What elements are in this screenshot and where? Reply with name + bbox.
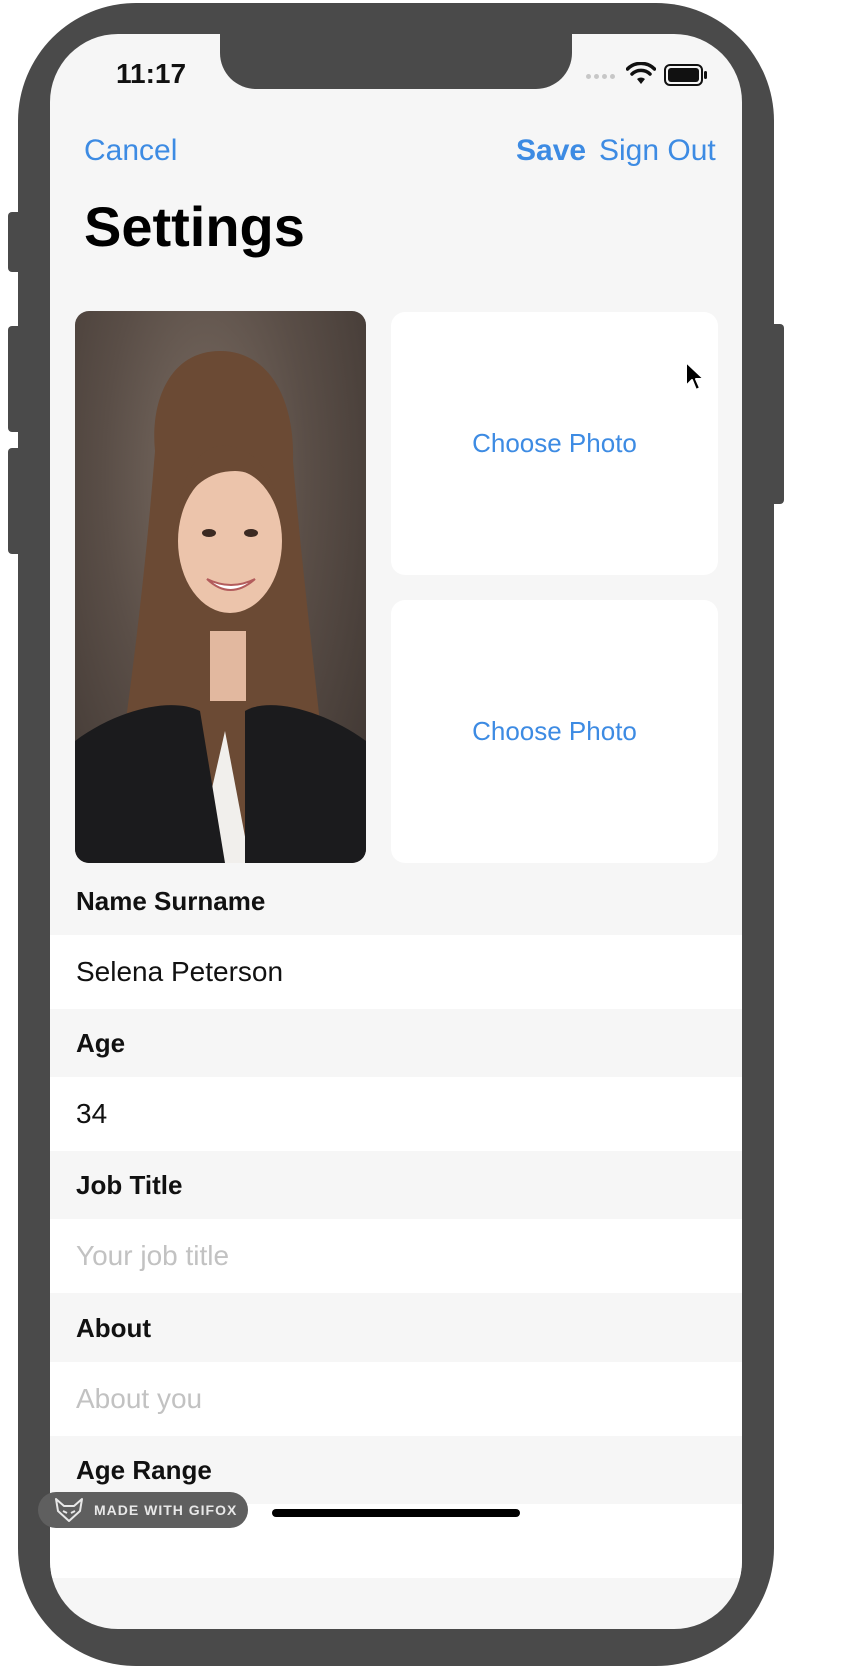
choose-photo-label: Choose Photo bbox=[472, 716, 637, 746]
name-header: Name Surname bbox=[76, 885, 266, 916]
job-title-header: Job Title bbox=[76, 1169, 183, 1200]
status-time: 11:17 bbox=[116, 58, 187, 89]
choose-photo-label: Choose Photo bbox=[472, 428, 637, 458]
profile-photo-image bbox=[75, 351, 366, 863]
page-title: Settings bbox=[84, 195, 305, 258]
choose-photo-slot-1[interactable]: Choose Photo bbox=[391, 312, 718, 575]
mute-switch bbox=[8, 212, 22, 272]
home-indicator bbox=[272, 1509, 520, 1517]
save-button[interactable]: Save bbox=[516, 134, 586, 168]
about-field[interactable]: About you bbox=[50, 1362, 742, 1436]
job-title-field[interactable]: Your job title bbox=[50, 1219, 742, 1293]
volume-down-button bbox=[8, 448, 22, 554]
choose-photo-slot-2[interactable]: Choose Photo bbox=[391, 600, 718, 863]
cursor-icon bbox=[685, 361, 705, 391]
age-field[interactable]: 34 bbox=[50, 1077, 742, 1151]
signal-icon bbox=[586, 74, 615, 79]
wifi-icon bbox=[626, 62, 656, 84]
sign-out-button[interactable]: Sign Out bbox=[599, 134, 716, 168]
profile-photo[interactable] bbox=[75, 311, 366, 863]
battery-icon bbox=[664, 64, 707, 86]
age-header: Age bbox=[76, 1027, 126, 1058]
screen: 11:17 Cancel Save Sign Out Settings Choo… bbox=[50, 34, 742, 1629]
cancel-button[interactable]: Cancel bbox=[84, 134, 177, 168]
watermark-text: MADE WITH GIFOX bbox=[94, 1502, 238, 1518]
power-button bbox=[770, 324, 784, 504]
gifox-watermark: MADE WITH GIFOX bbox=[38, 1492, 248, 1528]
about-header: About bbox=[76, 1312, 152, 1343]
name-field[interactable]: Selena Peterson bbox=[50, 935, 742, 1009]
volume-up-button bbox=[8, 326, 22, 432]
notch bbox=[220, 34, 572, 89]
fox-icon bbox=[55, 1498, 83, 1522]
